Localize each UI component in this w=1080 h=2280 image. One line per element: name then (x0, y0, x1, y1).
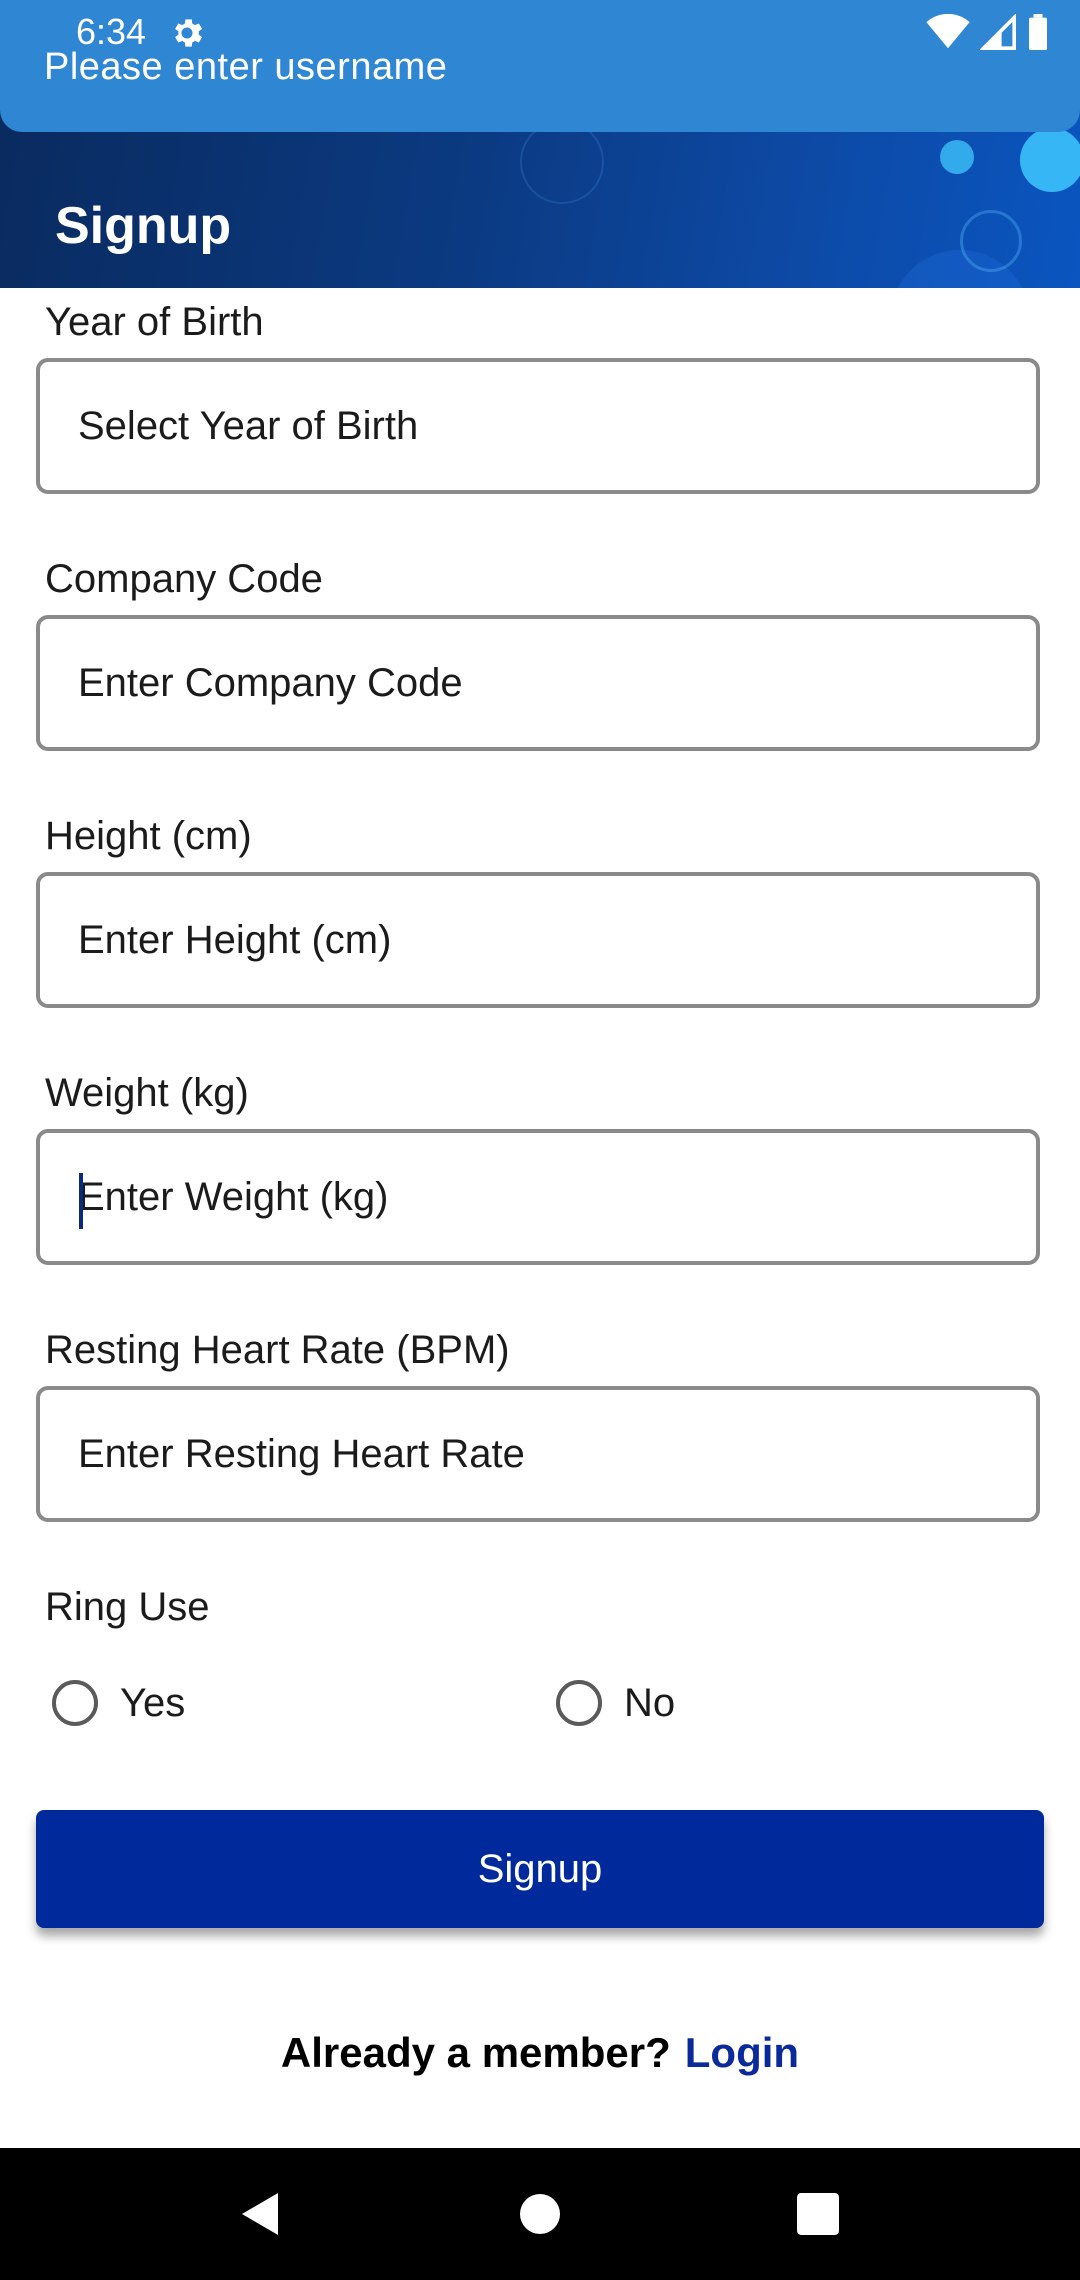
recents-button[interactable] (778, 2148, 858, 2280)
resting-heart-rate-field[interactable] (36, 1386, 1040, 1522)
status-time: 6:34 (76, 11, 147, 52)
ring-use-label: Ring Use (45, 1585, 210, 1629)
battery-icon (1029, 14, 1047, 50)
signup-button[interactable]: Signup (36, 1810, 1044, 1928)
header-decoration (520, 120, 604, 204)
year-of-birth-field[interactable] (36, 358, 1040, 494)
header-decoration (940, 140, 974, 174)
navigation-bar (0, 2148, 1080, 2280)
ring-use-yes-radio[interactable]: Yes (52, 1680, 185, 1726)
header-decoration (1020, 128, 1080, 192)
status-bar: 6:34 Please enter username (0, 0, 1080, 132)
home-circle-icon (520, 2194, 560, 2234)
already-member-text: Already a member? (280, 2029, 671, 2076)
resting-heart-rate-label: Resting Heart Rate (BPM) (45, 1328, 510, 1372)
weight-field[interactable] (36, 1129, 1040, 1265)
company-code-field[interactable] (36, 615, 1040, 751)
radio-circle-icon[interactable] (52, 1680, 98, 1726)
status-icons (926, 14, 1050, 50)
height-input[interactable] (40, 876, 1036, 1004)
text-cursor (79, 1173, 83, 1229)
home-button[interactable] (500, 2148, 580, 2280)
weight-label: Weight (kg) (45, 1071, 249, 1115)
login-link[interactable]: Login (685, 2029, 799, 2076)
recents-square-icon (797, 2193, 839, 2235)
back-button[interactable] (220, 2148, 300, 2280)
height-field[interactable] (36, 872, 1040, 1008)
back-triangle-icon (242, 2193, 278, 2235)
ring-use-no-radio[interactable]: No (556, 1680, 675, 1726)
signal-icon (980, 14, 1016, 50)
height-label: Height (cm) (45, 814, 252, 858)
weight-input[interactable] (40, 1133, 1036, 1261)
login-prompt: Already a member? Login (0, 2032, 1080, 2074)
toast-message: Please enter username (44, 46, 448, 88)
radio-circle-icon[interactable] (556, 1680, 602, 1726)
wifi-icon (926, 14, 970, 49)
header-decoration (960, 210, 1022, 272)
ring-use-yes-label: Yes (120, 1680, 186, 1725)
page-title: Signup (55, 197, 232, 255)
ring-use-no-label: No (624, 1680, 676, 1725)
resting-heart-rate-input[interactable] (40, 1390, 1036, 1518)
company-code-label: Company Code (45, 557, 323, 601)
year-of-birth-label: Year of Birth (45, 300, 264, 344)
company-code-input[interactable] (40, 619, 1036, 747)
year-of-birth-input[interactable] (40, 362, 1036, 490)
